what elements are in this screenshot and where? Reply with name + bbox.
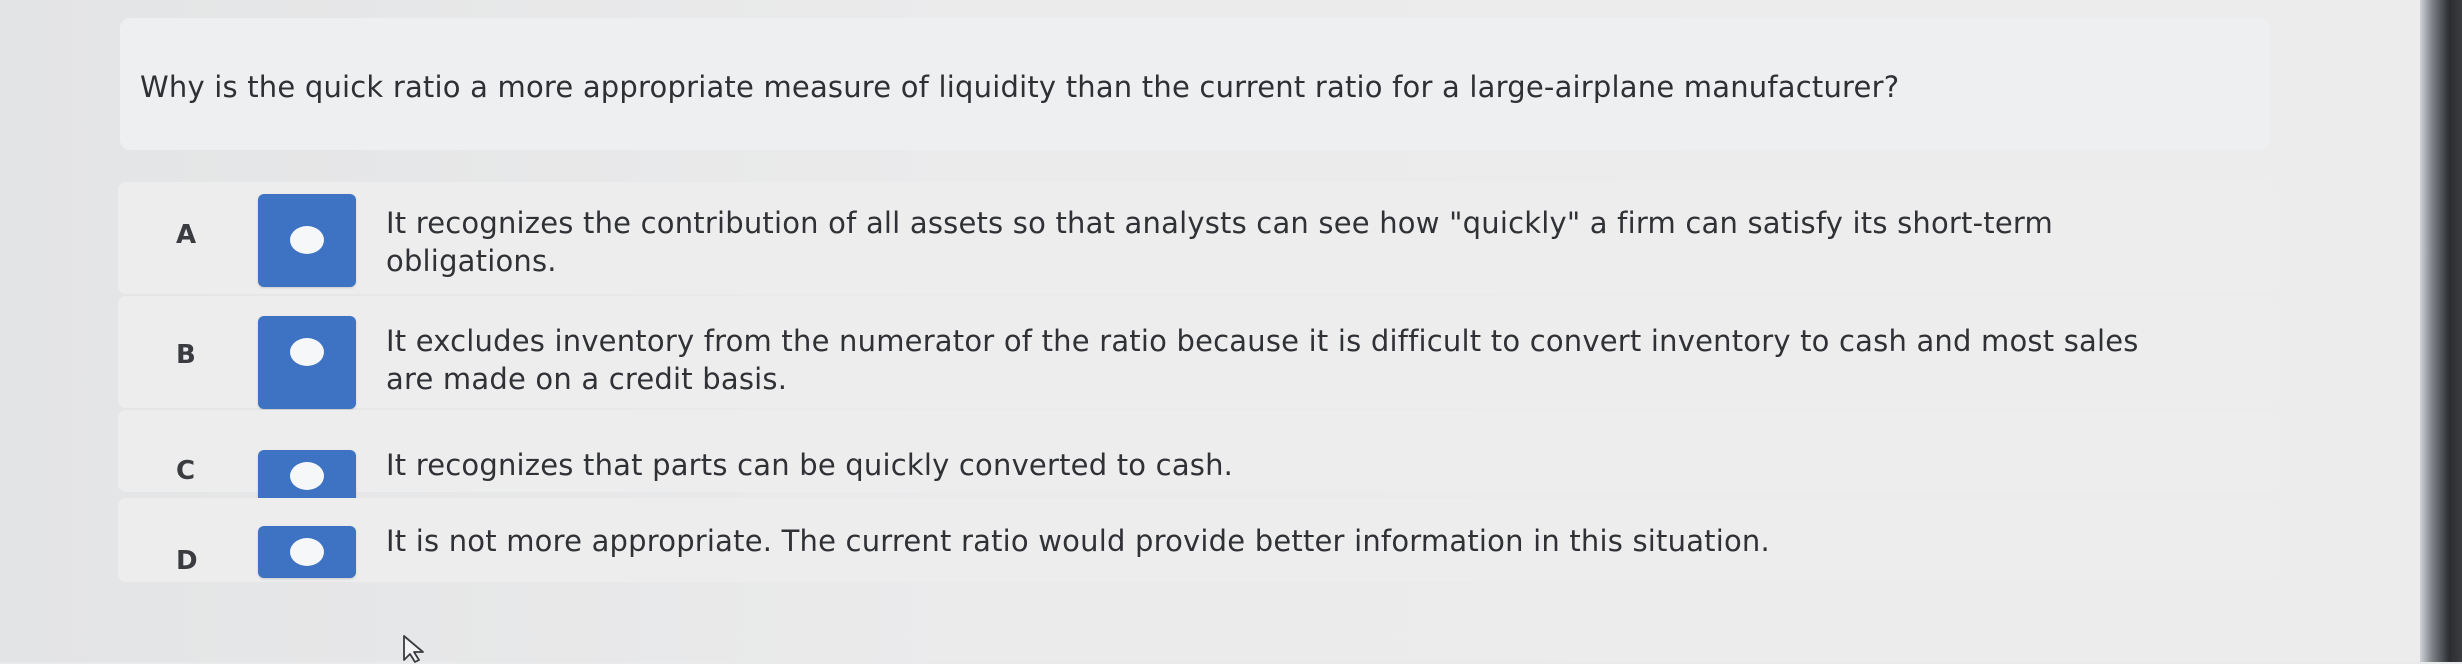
option-text-line: It is not more appropriate. The current …	[386, 524, 1770, 558]
mouse-pointer-icon	[403, 635, 424, 663]
option-text: It recognizes that parts can be quickly …	[386, 446, 1233, 484]
question-card: Why is the quick ratio a more appropriat…	[120, 18, 2270, 150]
answer-option-b[interactable]: B It excludes inventory from the numerat…	[118, 296, 2273, 409]
option-text-line: It recognizes that parts can be quickly …	[386, 448, 1234, 482]
option-text: It is not more appropriate. The current …	[386, 522, 1770, 560]
monitor-bezel	[2420, 0, 2462, 662]
radio-icon	[290, 226, 324, 254]
radio-button-a[interactable]	[258, 194, 356, 287]
answer-option-d[interactable]: D It is not more appropriate. The curren…	[118, 498, 2273, 582]
option-letter: C	[176, 456, 196, 486]
option-letter: D	[176, 546, 198, 576]
option-text-line: are made on a credit basis.	[386, 362, 788, 396]
radio-button-b[interactable]	[258, 316, 356, 409]
option-text-line: It recognizes the contribution of all as…	[386, 206, 2053, 240]
answer-option-a[interactable]: A It recognizes the contribution of all …	[118, 182, 2273, 294]
option-text-line: It excludes inventory from the numerator…	[386, 324, 2139, 358]
option-letter: A	[176, 220, 197, 250]
radio-icon	[290, 462, 324, 490]
radio-button-d[interactable]	[258, 526, 356, 578]
option-text-line: obligations.	[386, 244, 557, 278]
question-text: Why is the quick ratio a more appropriat…	[140, 70, 1900, 104]
option-letter: B	[176, 340, 196, 370]
radio-icon	[290, 338, 324, 366]
answer-option-c[interactable]: C It recognizes that parts can be quickl…	[118, 410, 2273, 506]
screen: Why is the quick ratio a more appropriat…	[0, 0, 2420, 663]
option-text: It recognizes the contribution of all as…	[386, 204, 2053, 280]
option-text: It excludes inventory from the numerator…	[386, 322, 2139, 398]
radio-icon	[290, 538, 324, 566]
